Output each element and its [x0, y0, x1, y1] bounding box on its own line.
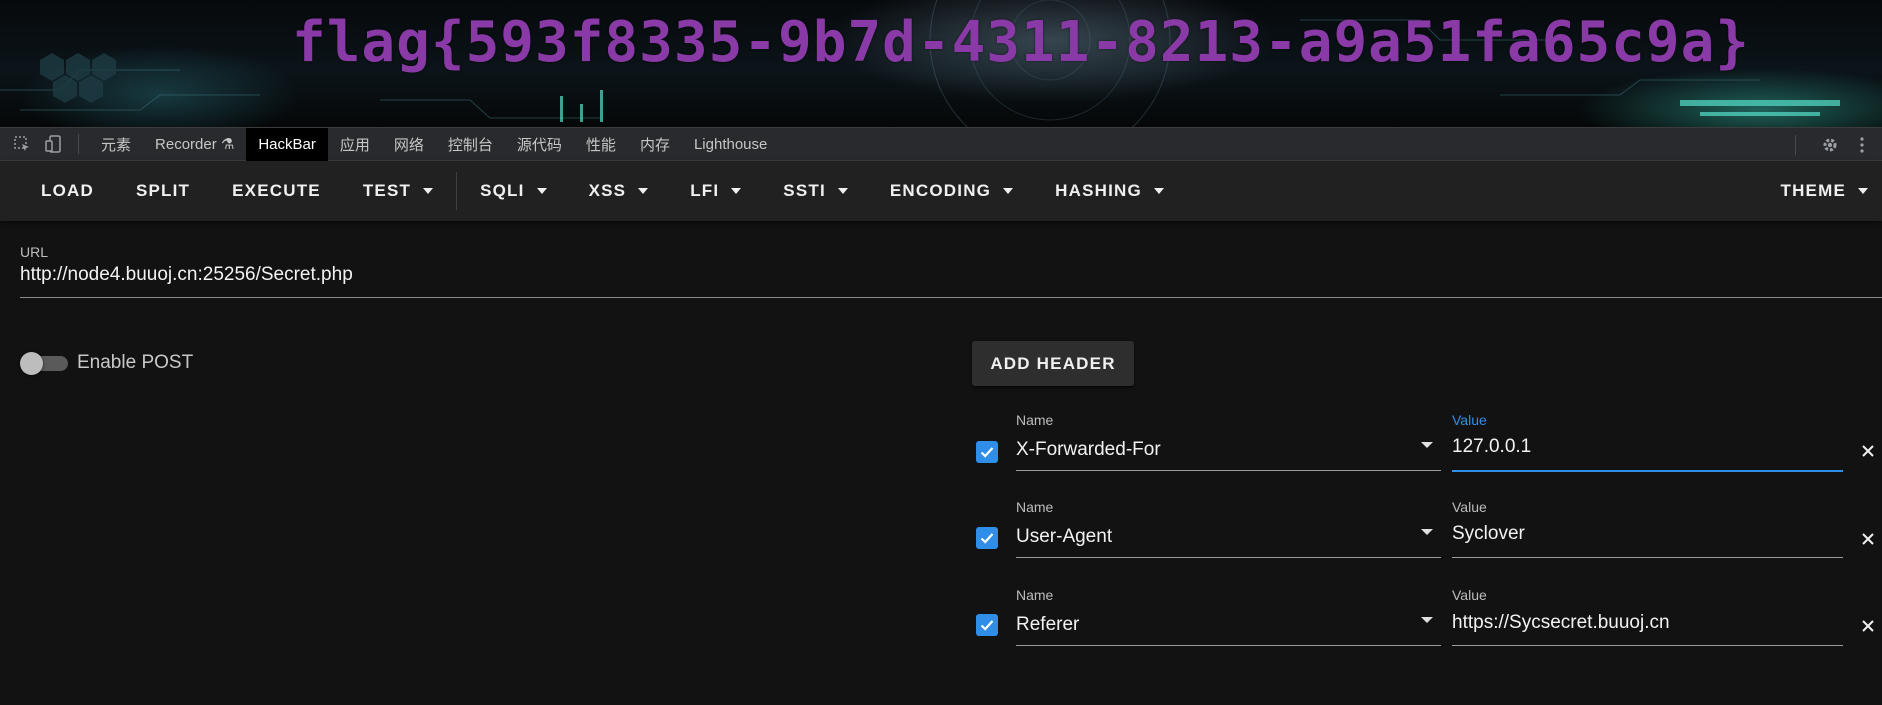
lfi-menu-label: LFI [690, 181, 720, 200]
close-icon[interactable] [1860, 531, 1876, 547]
chevron-down-icon [638, 188, 649, 194]
header-value-field[interactable]: Value https://Sycsecret.buuoj.cn [1452, 587, 1843, 646]
url-field[interactable]: URL http://node4.buuoj.cn:25256/Secret.p… [20, 241, 1882, 298]
encoding-menu-label: ENCODING [889, 181, 992, 200]
ssti-menu-button[interactable]: SSTI [762, 161, 869, 221]
url-input[interactable]: http://node4.buuoj.cn:25256/Secret.php [20, 264, 353, 286]
sqli-menu-label: SQLI [480, 181, 525, 200]
chevron-down-icon[interactable] [1421, 442, 1433, 448]
chevron-down-icon [1858, 188, 1868, 194]
tab-memory[interactable]: 内存 [628, 128, 682, 161]
chevron-down-icon[interactable] [1421, 529, 1433, 535]
lfi-menu-button[interactable]: LFI [669, 161, 762, 221]
load-button[interactable]: LOAD [0, 161, 115, 221]
page-banner: flag{593f8335-9b7d-4311-8213-a9a51fa65c9… [0, 0, 1882, 127]
tab-sources[interactable]: 源代码 [505, 128, 574, 161]
tab-recorder[interactable]: Recorder ⚗ [143, 128, 246, 161]
chevron-down-icon[interactable] [1421, 617, 1433, 623]
header-enabled-checkbox[interactable] [976, 441, 998, 463]
header-value-field[interactable]: Value 127.0.0.1 [1452, 412, 1843, 472]
chevron-down-icon [536, 188, 547, 194]
header-value-field[interactable]: Value Syclover [1452, 499, 1843, 558]
theme-menu-label: THEME [1780, 181, 1846, 200]
tab-divider [78, 134, 79, 154]
test-menu-label: TEST [362, 181, 412, 200]
chevron-down-icon [731, 188, 742, 194]
add-header-button[interactable]: ADD HEADER [972, 341, 1134, 386]
close-icon[interactable] [1860, 618, 1876, 634]
header-value-input[interactable]: 127.0.0.1 [1452, 436, 1531, 458]
execute-button[interactable]: EXECUTE [211, 161, 342, 221]
header-enabled-checkbox[interactable] [976, 614, 998, 636]
hackbar-toolbar: LOAD SPLIT EXECUTE TEST SQLI XSS LFI SST… [0, 161, 1882, 221]
checkmark-icon [980, 447, 994, 458]
theme-menu-button[interactable]: THEME [1760, 161, 1882, 221]
devtools-right-controls [1795, 128, 1882, 161]
test-menu-button[interactable]: TEST [342, 161, 454, 221]
enable-post-toggle[interactable] [20, 352, 68, 375]
tab-lighthouse[interactable]: Lighthouse [682, 128, 779, 161]
gear-icon[interactable] [1820, 135, 1840, 155]
header-row: Name Referer Value https://Sycsecret.buu… [0, 587, 1882, 659]
toggle-thumb [20, 352, 43, 375]
header-name-value: User-Agent [1016, 526, 1113, 547]
header-name-select[interactable]: Name Referer [1016, 587, 1441, 646]
enable-post-label: Enable POST [77, 352, 194, 373]
xss-menu-label: XSS [588, 181, 627, 200]
checkmark-icon [980, 620, 994, 631]
tab-application[interactable]: 应用 [328, 128, 382, 161]
hashing-menu-label: HASHING [1055, 181, 1142, 200]
device-toolbar-icon[interactable] [44, 134, 64, 154]
toolbar-divider [456, 172, 458, 210]
sqli-menu-button[interactable]: SQLI [459, 161, 567, 221]
header-value-label: Value [1452, 499, 1487, 515]
header-row: Name User-Agent Value Syclover [0, 499, 1882, 571]
tab-network[interactable]: 网络 [382, 128, 436, 161]
header-value-input[interactable]: https://Sycsecret.buuoj.cn [1452, 612, 1670, 634]
tab-elements[interactable]: 元素 [89, 128, 143, 161]
header-name-select[interactable]: Name X-Forwarded-For [1016, 412, 1441, 471]
header-name-label: Name [1016, 412, 1054, 428]
header-value-label: Value [1452, 412, 1487, 428]
flag-text: flag{593f8335-9b7d-4311-8213-a9a51fa65c9… [292, 10, 1751, 75]
header-row: Name X-Forwarded-For Value 127.0.0.1 [0, 412, 1882, 484]
encoding-menu-button[interactable]: ENCODING [869, 161, 1034, 221]
header-value-label: Value [1452, 587, 1487, 603]
inspect-element-icon[interactable] [12, 134, 32, 154]
tab-console[interactable]: 控制台 [436, 128, 505, 161]
tab-performance[interactable]: 性能 [574, 128, 628, 161]
xss-menu-button[interactable]: XSS [568, 161, 670, 221]
close-icon[interactable] [1860, 443, 1876, 459]
header-name-label: Name [1016, 587, 1054, 603]
split-button[interactable]: SPLIT [115, 161, 211, 221]
header-name-value: X-Forwarded-For [1016, 439, 1161, 460]
tab-hackbar[interactable]: HackBar [246, 127, 328, 161]
chevron-down-icon [1003, 188, 1014, 194]
header-enabled-checkbox[interactable] [976, 527, 998, 549]
header-name-value: Referer [1016, 614, 1080, 635]
url-label: URL [20, 244, 49, 260]
header-name-label: Name [1016, 499, 1054, 515]
header-name-select[interactable]: Name User-Agent [1016, 499, 1441, 558]
checkmark-icon [980, 533, 994, 544]
chevron-down-icon [423, 188, 434, 194]
hashing-menu-button[interactable]: HASHING [1034, 161, 1185, 221]
devtools-tab-strip: 元素 Recorder ⚗ HackBar 应用 网络 控制台 源代码 性能 内… [0, 127, 1882, 161]
ssti-menu-label: SSTI [783, 181, 826, 200]
chevron-down-icon [1153, 188, 1164, 194]
chevron-down-icon [837, 188, 848, 194]
header-value-input[interactable]: Syclover [1452, 523, 1525, 545]
tab-divider [1795, 134, 1796, 155]
more-options-icon[interactable] [1852, 135, 1872, 155]
